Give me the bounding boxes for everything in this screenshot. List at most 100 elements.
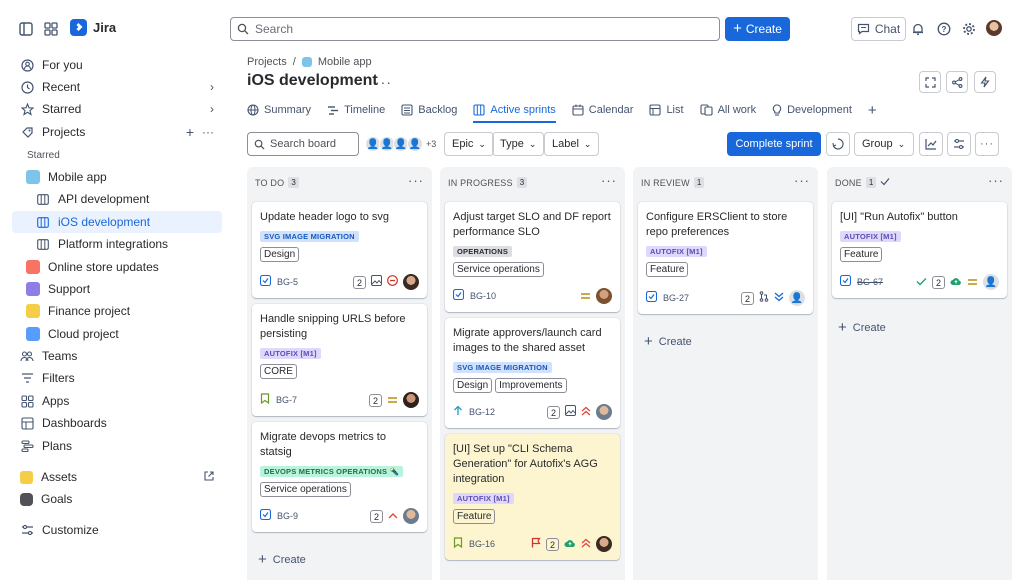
group-dropdown[interactable]: Group ⌄ (854, 132, 914, 156)
card-footer: BG-10 (452, 288, 612, 304)
settings-gear-icon[interactable] (959, 19, 979, 39)
issue-card[interactable]: Handle snipping URLS before persisting A… (252, 304, 427, 416)
tab-label: List (666, 104, 684, 116)
sidebar-item-apps[interactable]: Apps (12, 390, 222, 412)
column-more-icon[interactable]: ··· (794, 173, 810, 188)
breadcrumb-projects-link[interactable]: Projects (247, 56, 287, 68)
app-switcher-icon[interactable] (41, 19, 61, 39)
view-settings-icon[interactable] (947, 132, 971, 156)
column-more-icon[interactable]: ··· (601, 173, 617, 188)
sidebar-item-ios-development[interactable]: iOS development (12, 211, 222, 233)
create-issue-button[interactable]: + Create (258, 551, 306, 568)
sidebar-item-mobile-app[interactable]: Mobile app (12, 166, 222, 188)
type-filter[interactable]: Type ⌄ (492, 132, 545, 156)
more-icon[interactable]: ··· (202, 125, 214, 139)
sidebar-item-customize[interactable]: Customize (12, 519, 222, 541)
issue-card[interactable]: [UI] Set up "CLI Schema Generation" for … (445, 434, 620, 560)
assignee-avatar[interactable] (403, 274, 419, 290)
sidebar-label: API development (58, 192, 150, 206)
issue-key[interactable]: BG-9 (277, 511, 298, 521)
global-search[interactable] (230, 17, 720, 41)
sidebar-item-projects[interactable]: Projects + ··· (12, 121, 222, 143)
issue-key[interactable]: BG-16 (469, 539, 495, 549)
assignee-avatar[interactable] (403, 508, 419, 524)
tab-timeline[interactable]: Timeline (327, 100, 385, 120)
chat-button[interactable]: Chat (851, 17, 906, 41)
board-search[interactable] (247, 132, 359, 156)
complete-sprint-button[interactable]: Complete sprint (727, 132, 821, 156)
assignee-avatar[interactable] (403, 392, 419, 408)
sidebar-item-support[interactable]: Support (12, 278, 222, 300)
jira-logo[interactable]: Jira (70, 19, 116, 36)
add-project-icon[interactable]: + (186, 124, 194, 140)
share-icon[interactable] (946, 71, 968, 93)
sidebar-item-starred[interactable]: Starred › (12, 98, 222, 120)
title-more-icon[interactable]: ··· (375, 74, 392, 90)
issue-card[interactable]: Migrate devops metrics to statsig DEVOPS… (252, 422, 427, 532)
help-icon[interactable]: ? (934, 19, 954, 39)
issue-key[interactable]: BG-5 (277, 277, 298, 287)
create-issue-button[interactable]: + Create (838, 319, 886, 336)
more-actions-icon[interactable]: ··· (975, 132, 999, 156)
issue-card[interactable]: Migrate approvers/launch card images to … (445, 318, 620, 428)
notifications-bell-icon[interactable] (908, 19, 928, 39)
issue-key[interactable]: BG-27 (663, 293, 689, 303)
issue-card[interactable]: Update header logo to svg SVG IMAGE MIGR… (252, 202, 427, 298)
tab-backlog[interactable]: Backlog (401, 100, 457, 120)
issue-key[interactable]: BG-7 (276, 395, 297, 405)
sidebar-toggle-icon[interactable] (16, 19, 36, 39)
issue-card[interactable]: Adjust target SLO and DF report performa… (445, 202, 620, 312)
label-filter[interactable]: Label ⌄ (544, 132, 600, 156)
issue-card[interactable]: [UI] "Run Autofix" button AUTOFIX [M1] F… (832, 202, 1007, 298)
breadcrumb-project-link[interactable]: Mobile app (318, 56, 372, 68)
tab-active-sprints[interactable]: Active sprints (473, 100, 557, 123)
issue-key[interactable]: BG-67 (857, 277, 883, 287)
sidebar-label: Dashboards (42, 416, 107, 430)
sidebar-item-dashboards[interactable]: Dashboards (12, 412, 222, 434)
sidebar-item-finance-project[interactable]: Finance project (12, 300, 222, 322)
sidebar-item-for-you[interactable]: For you (12, 54, 222, 76)
more-assignees-count[interactable]: +3 (426, 136, 436, 152)
sidebar-item-cloud-project[interactable]: Cloud project (12, 323, 222, 345)
tab-calendar[interactable]: Calendar (572, 100, 633, 120)
tab-development[interactable]: Development (772, 100, 852, 120)
column-more-icon[interactable]: ··· (988, 173, 1004, 188)
tab-label: Summary (264, 104, 312, 116)
add-tab-icon[interactable]: + (868, 100, 877, 120)
assignee-avatar-filter[interactable]: 👤 👤 👤 👤 +3 (365, 136, 436, 152)
avatar[interactable]: 👤 (407, 136, 423, 152)
user-avatar[interactable] (986, 20, 1002, 36)
sprint-info-icon[interactable] (826, 132, 850, 156)
issue-key[interactable]: BG-10 (470, 291, 496, 301)
automation-lightning-icon[interactable] (974, 71, 996, 93)
sidebar-item-goals[interactable]: Goals (12, 488, 222, 510)
fullscreen-icon[interactable] (919, 71, 941, 93)
tab-all-work[interactable]: All work (700, 100, 756, 120)
sidebar-label: Customize (42, 523, 99, 537)
sidebar-item-online-store-updates[interactable]: Online store updates (12, 256, 222, 278)
tab-summary[interactable]: Summary (247, 100, 311, 120)
issue-card[interactable]: Configure ERSClient to store repo prefer… (638, 202, 813, 314)
sidebar-item-teams[interactable]: Teams (12, 345, 222, 367)
assignee-avatar[interactable] (596, 288, 612, 304)
insights-chart-icon[interactable] (919, 132, 943, 156)
create-button[interactable]: + Create (725, 17, 790, 41)
sidebar-item-platform-integrations[interactable]: Platform integrations (12, 233, 222, 255)
sidebar-item-recent[interactable]: Recent › (12, 76, 222, 98)
assignee-avatar[interactable] (596, 404, 612, 420)
column-more-icon[interactable]: ··· (408, 173, 424, 188)
sidebar-label: Mobile app (48, 170, 107, 184)
tab-list[interactable]: List (649, 100, 684, 120)
sidebar-item-plans[interactable]: Plans (12, 435, 222, 457)
sidebar-item-api-development[interactable]: API development (12, 188, 222, 210)
board-search-input[interactable] (270, 138, 355, 150)
search-input[interactable] (255, 22, 695, 36)
sidebar-item-assets[interactable]: Assets (12, 466, 222, 488)
unassigned-avatar[interactable]: 👤 (789, 290, 805, 306)
assignee-avatar[interactable] (596, 536, 612, 552)
issue-key[interactable]: BG-12 (469, 407, 495, 417)
sidebar-item-filters[interactable]: Filters (12, 367, 222, 389)
unassigned-avatar[interactable]: 👤 (983, 274, 999, 290)
epic-filter[interactable]: Epic ⌄ (444, 132, 494, 156)
create-issue-button[interactable]: + Create (644, 333, 692, 350)
